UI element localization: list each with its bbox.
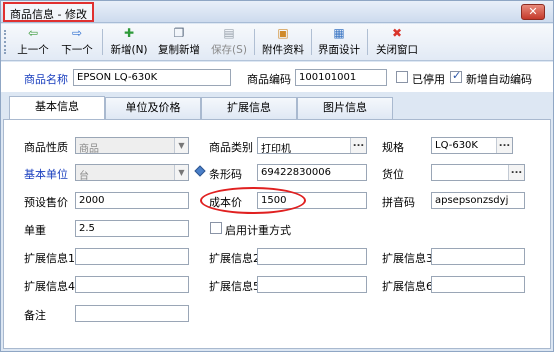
add-icon: ✚	[123, 26, 135, 40]
weigh-mode-checkbox[interactable]	[210, 222, 222, 234]
weigh-mode-label: 启用计重方式	[225, 224, 291, 237]
close-icon[interactable]: ✕	[521, 4, 545, 20]
spec-input[interactable]: LQ-630K ...	[431, 137, 513, 154]
preset-price-input[interactable]: 2000	[75, 192, 189, 209]
toolbar-separator	[254, 29, 255, 55]
copy-add-button[interactable]: ❐ 复制新增	[155, 26, 203, 59]
window-title: 商品信息 - 修改	[3, 2, 94, 22]
browse-icon[interactable]: ...	[350, 138, 366, 153]
attachment-button[interactable]: ▣ 附件资料	[259, 26, 307, 59]
ext6-label: 扩展信息6	[382, 280, 433, 293]
browse-icon[interactable]: ...	[508, 165, 524, 180]
product-code-input[interactable]: 100101001	[295, 69, 387, 86]
design-icon: ▦	[333, 26, 345, 40]
toolbar-separator	[102, 29, 103, 55]
tab-strip: 基本信息 单位及价格 扩展信息 图片信息	[1, 93, 553, 119]
ext3-input[interactable]	[431, 248, 525, 265]
tab-image-info[interactable]: 图片信息	[297, 97, 393, 119]
pinyin-label: 拼音码	[382, 196, 415, 209]
ext4-label: 扩展信息4	[24, 280, 75, 293]
tab-units-prices[interactable]: 单位及价格	[105, 97, 201, 119]
toolbar-separator	[311, 29, 312, 55]
barcode-input[interactable]: 69422830006	[257, 164, 367, 181]
save-button[interactable]: ▤ 保存(S)	[207, 26, 251, 59]
save-icon: ▤	[223, 26, 235, 40]
disabled-checkbox[interactable]	[396, 71, 408, 83]
location-input[interactable]: ...	[431, 164, 525, 181]
header-section: 商品名称 EPSON LQ-630K 商品编码 100101001 已停用 新增…	[1, 62, 553, 92]
product-info-window: 商品信息 - 修改 ✕ ⇦ 上一个 ⇨ 下一个 ✚ 新增(N) ❐ 复制新增 ▤…	[0, 0, 554, 352]
toolbar-grip	[4, 30, 7, 54]
category-input[interactable]: 打印机 ...	[257, 137, 367, 154]
barcode-icon	[193, 165, 206, 178]
ext2-input[interactable]	[257, 248, 367, 265]
preset-price-label: 预设售价	[24, 196, 68, 209]
product-name-label: 商品名称	[24, 73, 68, 86]
barcode-label: 条形码	[209, 168, 242, 181]
disabled-label: 已停用	[412, 73, 445, 86]
auto-code-label: 新增自动编码	[466, 73, 532, 86]
ext3-label: 扩展信息3	[382, 252, 433, 265]
chevron-down-icon[interactable]: ▼	[174, 138, 188, 153]
product-code-label: 商品编码	[247, 73, 291, 86]
ext4-input[interactable]	[75, 276, 189, 293]
nature-label: 商品性质	[24, 141, 68, 154]
weight-label: 单重	[24, 224, 46, 237]
ext6-input[interactable]	[431, 276, 525, 293]
highlight-ellipse	[200, 187, 306, 214]
close-window-icon: ✖	[391, 26, 403, 40]
add-button[interactable]: ✚ 新增(N)	[107, 26, 151, 59]
auto-code-checkbox[interactable]	[450, 69, 462, 83]
title-bar: 商品信息 - 修改 ✕	[1, 1, 553, 23]
remark-input[interactable]	[75, 305, 189, 322]
ext1-label: 扩展信息1	[24, 252, 75, 265]
next-button[interactable]: ⇨ 下一个	[57, 26, 97, 59]
ext1-input[interactable]	[75, 248, 189, 265]
pinyin-input[interactable]: apsepsonzsdyj	[431, 192, 525, 209]
ext5-input[interactable]	[257, 276, 367, 293]
chevron-down-icon[interactable]: ▼	[174, 165, 188, 180]
ext2-label: 扩展信息2	[209, 252, 260, 265]
close-window-button[interactable]: ✖ 关闭窗口	[373, 26, 421, 59]
prev-button[interactable]: ⇦ 上一个	[13, 26, 53, 59]
attachment-icon: ▣	[277, 26, 289, 40]
toolbar-separator	[367, 29, 368, 55]
spec-label: 规格	[382, 141, 404, 154]
toolbar: ⇦ 上一个 ⇨ 下一个 ✚ 新增(N) ❐ 复制新增 ▤ 保存(S) ▣ 附件资…	[1, 24, 553, 61]
tab-basic-info[interactable]: 基本信息	[9, 96, 105, 119]
copy-icon: ❐	[173, 26, 185, 40]
nature-select[interactable]: 商品 ▼	[75, 137, 189, 154]
base-unit-select[interactable]: 台 ▼	[75, 164, 189, 181]
base-unit-label: 基本单位	[24, 168, 68, 181]
weight-input[interactable]: 2.5	[75, 220, 189, 237]
browse-icon[interactable]: ...	[496, 138, 512, 153]
tab-extended-info[interactable]: 扩展信息	[201, 97, 297, 119]
category-label: 商品类别	[209, 141, 253, 154]
ext5-label: 扩展信息5	[209, 280, 260, 293]
product-name-input[interactable]: EPSON LQ-630K	[73, 69, 231, 86]
remark-label: 备注	[24, 309, 46, 322]
ui-design-button[interactable]: ▦ 界面设计	[315, 26, 363, 59]
left-arrow-icon: ⇦	[27, 26, 39, 40]
location-label: 货位	[382, 168, 404, 181]
right-arrow-icon: ⇨	[71, 26, 83, 40]
